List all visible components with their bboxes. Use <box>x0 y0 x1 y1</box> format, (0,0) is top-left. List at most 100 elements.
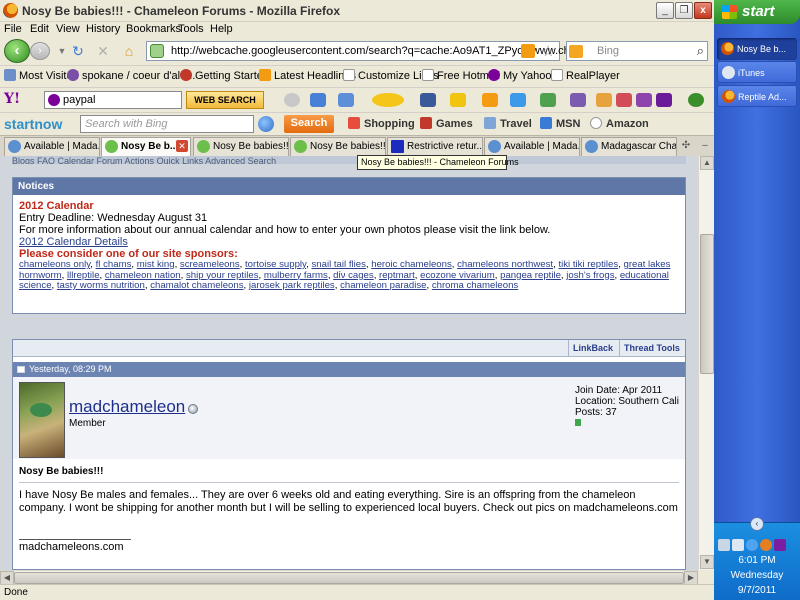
menu-view[interactable]: View <box>56 23 80 35</box>
sponsor-link[interactable]: tasty worms nutrition <box>57 280 145 291</box>
sponsor-link[interactable]: tiki tiki reptiles <box>558 259 618 270</box>
menu-help[interactable]: Help <box>210 23 233 35</box>
startnow-search-button[interactable]: Search <box>284 115 334 133</box>
menu-edit[interactable]: Edit <box>30 23 49 35</box>
sponsor-link[interactable]: snail tail flies <box>312 259 366 270</box>
sponsor-link[interactable]: ship your reptiles <box>186 270 259 281</box>
msn-link[interactable]: MSN <box>540 117 580 130</box>
amazon-link[interactable]: Amazon <box>590 117 649 130</box>
facebook-icon[interactable] <box>420 93 436 107</box>
task-firefox[interactable]: Nosy Be b... <box>717 38 797 60</box>
forward-button[interactable]: › <box>30 42 50 60</box>
username-link[interactable]: madchameleon <box>69 397 185 417</box>
travel-link[interactable]: Travel <box>484 117 532 130</box>
web-search-button[interactable]: WEB SEARCH <box>186 91 264 109</box>
thread-tools-button[interactable]: Thread Tools <box>619 340 684 356</box>
start-button[interactable]: start <box>714 0 800 24</box>
search-options-icon[interactable] <box>258 116 274 132</box>
shopping-link[interactable]: Shopping <box>348 117 415 130</box>
menu-history[interactable]: History <box>86 23 120 35</box>
scroll-down-arrow[interactable]: ▼ <box>700 555 714 569</box>
toolbar-app-icon[interactable] <box>310 93 326 107</box>
sponsor-link[interactable]: chameleon paradise <box>340 280 426 291</box>
tab-nosy-be-3[interactable]: Nosy Be babies!!... <box>290 137 386 156</box>
network-icon[interactable] <box>718 539 730 551</box>
mail-icon[interactable] <box>338 93 354 107</box>
menu-bookmarks[interactable]: Bookmarks <box>126 23 181 35</box>
tray-app-icon[interactable] <box>760 539 772 551</box>
scroll-up-arrow[interactable]: ▲ <box>700 156 714 170</box>
bookmark-star-icon[interactable]: ☆ <box>542 42 555 60</box>
yahoo-logo[interactable]: Y! <box>4 91 20 107</box>
sponsor-link[interactable]: reptmart <box>379 270 415 281</box>
toolbar-app-icon[interactable] <box>482 93 498 107</box>
toolbar-settings-icon[interactable] <box>284 93 300 107</box>
restore-button[interactable]: ❐ <box>675 2 693 19</box>
toolbar-app-icon[interactable] <box>616 93 632 107</box>
toolbar-app-icon[interactable] <box>510 93 526 107</box>
tab-available-madagascar-2[interactable]: Available | Mada... <box>484 137 580 156</box>
games-link[interactable]: Games <box>420 117 473 130</box>
bookmark-realplayer[interactable]: RealPlayer <box>551 69 620 82</box>
calendar-details-link[interactable]: 2012 Calendar Details <box>19 236 128 248</box>
toolbar-app-icon[interactable] <box>570 93 586 107</box>
horizontal-scrollbar[interactable]: ◀ ▶ <box>0 570 698 585</box>
sponsor-link[interactable]: tortoise supply <box>245 259 306 270</box>
toolbar-app-icon[interactable] <box>596 93 612 107</box>
toolbar-options-icon[interactable] <box>688 93 704 107</box>
sponsor-link[interactable]: screameleons <box>180 259 240 270</box>
tab-nosy-be-active[interactable]: Nosy Be b... ✕ <box>101 137 191 156</box>
tab-close-button[interactable]: ✕ <box>176 140 188 152</box>
sponsor-link[interactable]: mist king <box>137 259 175 270</box>
url-bar[interactable]: http://webcache.googleusercontent.com/se… <box>146 41 610 61</box>
tab-overflow-button[interactable]: – <box>698 138 712 155</box>
reload-icon[interactable]: ↻ <box>70 43 86 59</box>
yahoo-search-input[interactable]: paypal <box>44 91 182 109</box>
sponsor-link[interactable]: jarosek park reptiles <box>249 280 335 291</box>
tab-restrictive-return[interactable]: Restrictive retur... <box>387 137 483 156</box>
tab-list-button[interactable]: ✣ <box>678 138 694 155</box>
sponsor-link[interactable]: chameleons northwest <box>457 259 553 270</box>
sponsor-link[interactable]: chameleons only <box>19 259 90 270</box>
toolbar-app-icon[interactable] <box>450 93 466 107</box>
search-input[interactable]: Bing ⌕ <box>566 41 708 61</box>
task-reptile[interactable]: Reptile Ad... <box>717 85 797 107</box>
back-button[interactable]: ‹ <box>4 39 30 63</box>
sponsor-link[interactable]: josh's frogs <box>566 270 614 281</box>
sponsor-link[interactable]: chamalot chameleons <box>150 280 243 291</box>
toolbar-app-icon[interactable] <box>636 93 652 107</box>
bookmark-latest-headlines[interactable]: Latest Headlines <box>259 69 356 82</box>
vertical-scrollbar[interactable]: ▲ ▼ <box>698 156 714 570</box>
tab-available-madagascar[interactable]: Available | Mada... <box>4 137 100 156</box>
show-hidden-icons-button[interactable]: ‹ <box>750 517 764 531</box>
avatar[interactable] <box>19 382 65 458</box>
finance-icon[interactable] <box>540 93 556 107</box>
bookmark-spokane[interactable]: spokane / coeur d'ale... <box>67 69 195 82</box>
hscroll-thumb[interactable] <box>14 572 684 584</box>
tab-madagascar-chameleons[interactable]: Madagascar Cha... <box>581 137 677 156</box>
search-icon[interactable]: ⌕ <box>697 43 704 59</box>
sponsor-link[interactable]: fl chams <box>96 259 132 270</box>
sponsor-link[interactable]: mulberry farms <box>264 270 328 281</box>
sponsor-link[interactable]: ecozone vivarium <box>420 270 495 281</box>
bookmark-my-yahoo[interactable]: My Yahoo! <box>488 69 555 82</box>
scroll-thumb[interactable] <box>700 234 714 374</box>
sponsor-link[interactable]: chameleon nation <box>105 270 181 281</box>
home-icon[interactable]: ⌂ <box>121 43 137 59</box>
bookmark-getting-started[interactable]: Getting Started <box>180 69 269 82</box>
stop-icon[interactable]: ✕ <box>95 43 111 59</box>
close-button[interactable]: x <box>694 2 712 19</box>
tray-app-icon[interactable] <box>774 539 786 551</box>
volume-icon[interactable] <box>732 539 744 551</box>
scroll-left-arrow[interactable]: ◀ <box>0 571 14 585</box>
menu-file[interactable]: File <box>4 23 22 35</box>
sponsor-link[interactable]: chroma chameleons <box>432 280 518 291</box>
clock-time[interactable]: 6:01 PM <box>714 555 800 566</box>
startnow-logo[interactable]: startnow <box>4 116 62 132</box>
weather-icon[interactable] <box>372 93 404 107</box>
sponsor-link[interactable]: pangea reptile <box>500 270 561 281</box>
search-engine-icon[interactable] <box>569 45 583 58</box>
tray-app-icon[interactable] <box>746 539 758 551</box>
menu-tools[interactable]: Tools <box>178 23 204 35</box>
task-itunes[interactable]: iTunes <box>717 61 797 83</box>
